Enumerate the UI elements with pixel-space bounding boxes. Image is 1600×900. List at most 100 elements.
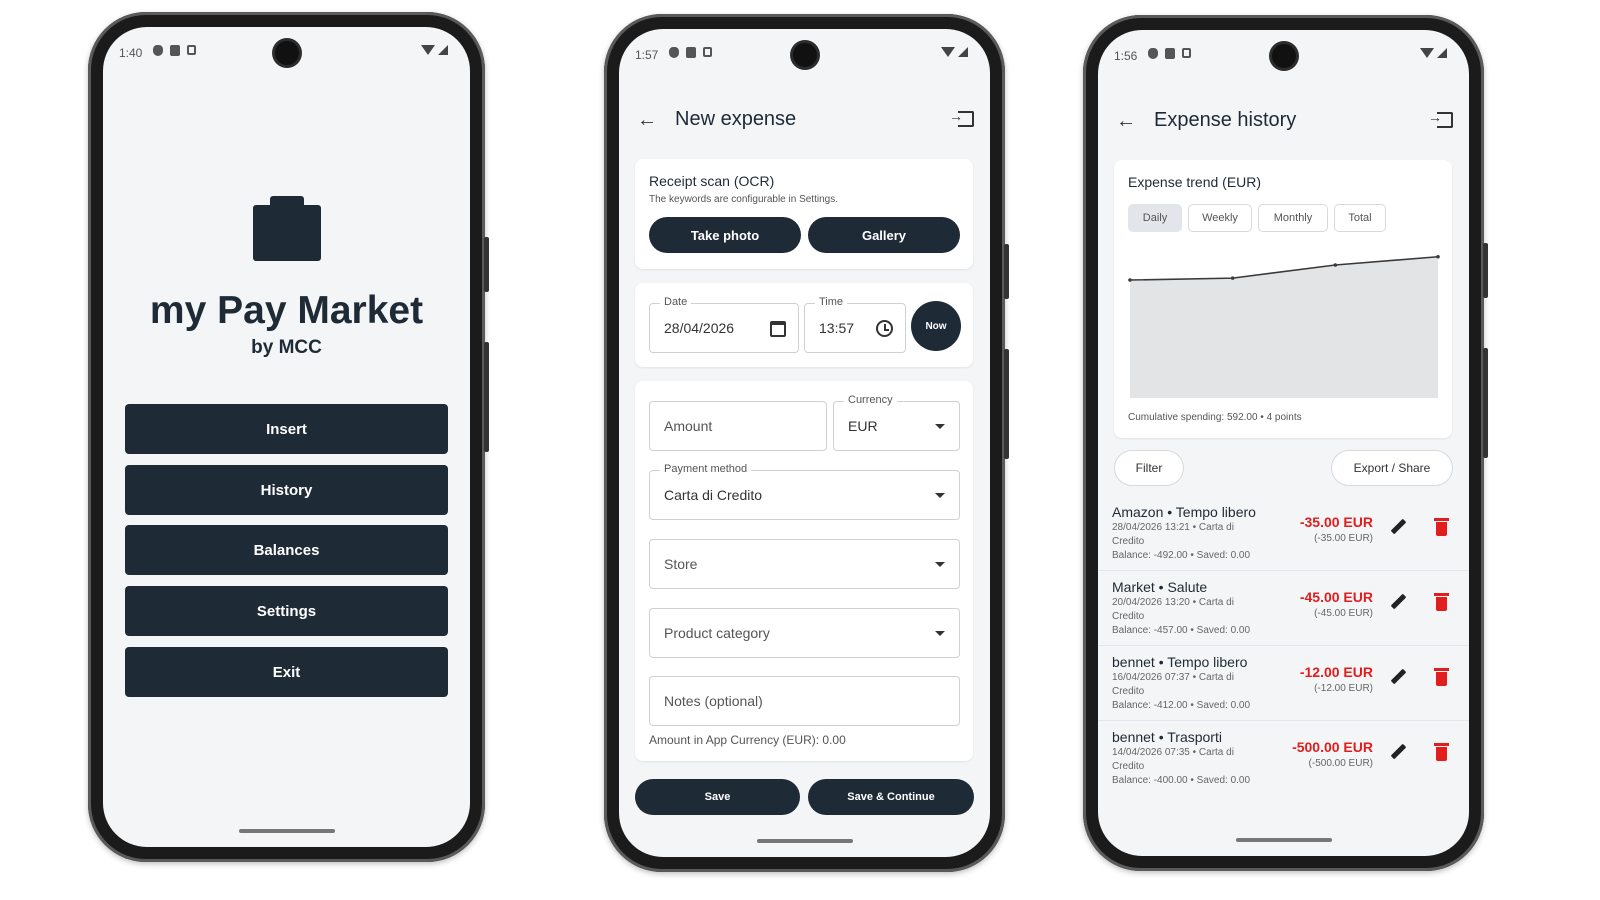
trend-title: Expense trend (EUR) bbox=[1128, 174, 1262, 190]
expense-meta: 16/04/2026 07:37 • Carta di Credito bbox=[1112, 672, 1234, 697]
sd-card-icon bbox=[1165, 48, 1175, 59]
logout-icon[interactable] bbox=[949, 108, 974, 127]
tab-total[interactable]: Total bbox=[1334, 204, 1386, 232]
status-time: 1:57 bbox=[635, 48, 659, 62]
phone-home: 1:40 my Pay Market by MCC Insert History… bbox=[88, 12, 489, 862]
expense-original-amount: (-45.00 EUR) bbox=[1314, 608, 1373, 619]
currency-value: EUR bbox=[848, 418, 878, 434]
calendar-icon[interactable] bbox=[770, 321, 786, 337]
signal-icon bbox=[958, 47, 968, 57]
home-indicator[interactable] bbox=[756, 839, 853, 843]
expense-form-card: Amount Currency EUR Payment method Carta… bbox=[635, 381, 973, 761]
receipt-subtitle: The keywords are configurable in Setting… bbox=[649, 194, 838, 205]
app-header: ← New expense bbox=[619, 99, 990, 139]
expense-amount: -500.00 EUR bbox=[1292, 739, 1373, 755]
receipt-scan-card: Receipt scan (OCR) The keywords are conf… bbox=[635, 159, 973, 269]
delete-trash-icon[interactable] bbox=[1434, 593, 1449, 611]
edit-pencil-icon[interactable] bbox=[1391, 595, 1405, 609]
camera-cutout bbox=[274, 41, 299, 65]
currency-select[interactable]: Currency EUR bbox=[833, 394, 960, 451]
now-button[interactable]: Now bbox=[911, 301, 961, 351]
expense-title: bennet • Tempo libero bbox=[1112, 654, 1248, 670]
expense-history-screen: 1:56 ← Expense history Expense trend (EU… bbox=[1098, 30, 1469, 856]
time-label: Time bbox=[815, 296, 848, 308]
tab-monthly[interactable]: Monthly bbox=[1258, 204, 1328, 232]
currency-label: Currency bbox=[844, 394, 897, 406]
page-title: New expense bbox=[675, 108, 797, 130]
delete-trash-icon[interactable] bbox=[1434, 518, 1449, 536]
wifi-icon bbox=[1420, 48, 1434, 58]
status-time: 1:40 bbox=[119, 46, 143, 60]
expense-item[interactable]: bennet • Tempo libero 16/04/2026 07:37 •… bbox=[1112, 654, 1457, 729]
expense-original-amount: (-35.00 EUR) bbox=[1314, 533, 1373, 544]
home-indicator[interactable] bbox=[1235, 838, 1332, 842]
expense-original-amount: (-500.00 EUR) bbox=[1308, 758, 1373, 769]
category-select[interactable]: Product category bbox=[649, 608, 960, 658]
balances-button[interactable]: Balances bbox=[125, 525, 448, 575]
trend-chart bbox=[1128, 254, 1440, 398]
expense-balance: Balance: -412.00 • Saved: 0.00 bbox=[1112, 700, 1251, 711]
notification-icon bbox=[703, 47, 712, 57]
trend-point-2 bbox=[1333, 263, 1338, 267]
chevron-down-icon bbox=[935, 424, 945, 429]
trend-point-1 bbox=[1230, 276, 1235, 280]
chevron-down-icon bbox=[935, 493, 945, 498]
divider bbox=[1098, 570, 1469, 571]
history-button[interactable]: History bbox=[125, 465, 448, 515]
status-bar: 1:56 bbox=[1098, 30, 1469, 80]
app-header: ← Expense history bbox=[1098, 100, 1469, 140]
store-placeholder: Store bbox=[664, 556, 698, 572]
back-arrow-icon[interactable]: ← bbox=[1116, 110, 1136, 133]
notification-icon bbox=[1182, 48, 1191, 58]
save-button[interactable]: Save bbox=[635, 779, 800, 815]
app-subtitle: by MCC bbox=[251, 337, 322, 358]
app-currency-amount: Amount in App Currency (EUR): 0.00 bbox=[649, 733, 846, 747]
expense-amount: -35.00 EUR bbox=[1299, 514, 1373, 530]
clock-icon[interactable] bbox=[876, 320, 893, 337]
expense-title: Market • Salute bbox=[1112, 579, 1208, 595]
expense-item[interactable]: Amazon • Tempo libero 28/04/2026 13:21 •… bbox=[1112, 504, 1457, 579]
expense-item[interactable]: Market • Salute 20/04/2026 13:20 • Carta… bbox=[1112, 579, 1457, 654]
edit-pencil-icon[interactable] bbox=[1391, 520, 1405, 534]
sd-card-icon bbox=[686, 47, 696, 58]
settings-button[interactable]: Settings bbox=[125, 586, 448, 636]
time-field[interactable]: Time 13:57 bbox=[804, 296, 906, 353]
insert-button[interactable]: Insert bbox=[125, 404, 448, 454]
new-expense-screen: 1:57 ← New expense Receipt scan (OCR) Th… bbox=[619, 29, 990, 857]
notification-icon bbox=[187, 45, 196, 55]
edit-pencil-icon[interactable] bbox=[1391, 745, 1405, 759]
time-value: 13:57 bbox=[819, 320, 855, 336]
notes-input[interactable]: Notes (optional) bbox=[649, 676, 960, 726]
expense-item[interactable]: bennet • Trasporti 14/04/2026 07:35 • Ca… bbox=[1112, 729, 1457, 804]
payment-method-select[interactable]: Payment method Carta di Credito bbox=[649, 463, 960, 520]
export-share-button[interactable]: Export / Share bbox=[1331, 450, 1453, 486]
camera-cutout bbox=[792, 43, 817, 67]
store-select[interactable]: Store bbox=[649, 539, 960, 589]
expense-amount: -12.00 EUR bbox=[1299, 664, 1373, 680]
take-photo-button[interactable]: Take photo bbox=[649, 217, 801, 253]
exit-button[interactable]: Exit bbox=[125, 647, 448, 697]
category-placeholder: Product category bbox=[664, 625, 770, 641]
gallery-button[interactable]: Gallery bbox=[808, 217, 960, 253]
edit-pencil-icon[interactable] bbox=[1391, 670, 1405, 684]
expense-amount: -45.00 EUR bbox=[1299, 589, 1373, 605]
shield-icon bbox=[669, 47, 679, 58]
divider bbox=[1098, 720, 1469, 721]
trend-area bbox=[1130, 256, 1438, 398]
back-arrow-icon[interactable]: ← bbox=[637, 109, 657, 132]
home-indicator[interactable] bbox=[238, 829, 335, 833]
date-value: 28/04/2026 bbox=[664, 320, 735, 336]
wifi-icon bbox=[421, 45, 435, 55]
filter-button[interactable]: Filter bbox=[1114, 450, 1184, 486]
payment-label: Payment method bbox=[660, 463, 752, 475]
amount-input[interactable]: Amount bbox=[649, 401, 827, 451]
logout-icon[interactable] bbox=[1428, 109, 1453, 128]
tab-daily[interactable]: Daily bbox=[1128, 204, 1182, 232]
expense-title: Amazon • Tempo libero bbox=[1112, 504, 1256, 520]
tab-weekly[interactable]: Weekly bbox=[1188, 204, 1252, 232]
date-field[interactable]: Date 28/04/2026 bbox=[649, 296, 799, 353]
delete-trash-icon[interactable] bbox=[1434, 743, 1449, 761]
expense-title: bennet • Trasporti bbox=[1112, 729, 1222, 745]
save-continue-button[interactable]: Save & Continue bbox=[808, 779, 974, 815]
delete-trash-icon[interactable] bbox=[1434, 668, 1449, 686]
